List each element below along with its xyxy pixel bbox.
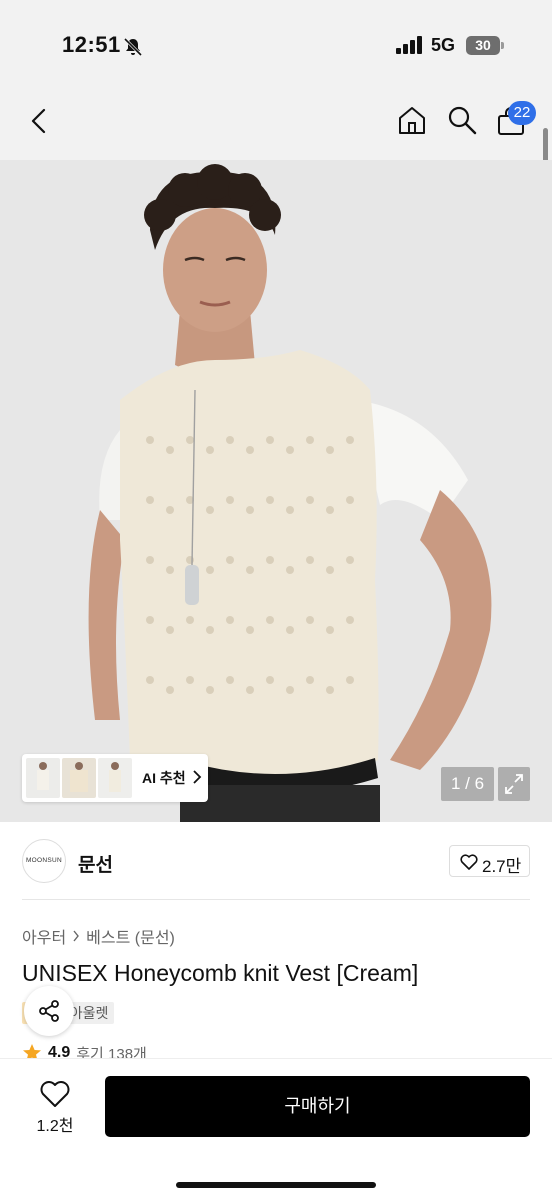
breadcrumb-item[interactable]: 베스트 (문선)	[86, 924, 175, 948]
expand-button[interactable]	[498, 767, 530, 801]
brand-logo[interactable]: MOONSUN	[22, 839, 66, 883]
breadcrumb-item[interactable]: 아우터	[22, 924, 66, 948]
back-icon[interactable]	[24, 106, 54, 136]
chevron-right-icon	[193, 770, 202, 784]
network-label: 5G	[431, 35, 456, 55]
brand-name[interactable]: 문선	[78, 850, 113, 877]
home-icon[interactable]	[396, 104, 428, 136]
thumbnail-image[interactable]	[26, 758, 60, 798]
share-button[interactable]	[24, 986, 74, 1036]
heart-icon	[40, 1081, 70, 1107]
thumbnail-image[interactable]	[98, 758, 132, 798]
battery-indicator: 30	[466, 36, 500, 55]
chevron-right-icon	[73, 930, 80, 942]
status-bar: 12:51 5G 30	[0, 0, 552, 92]
expand-icon	[505, 774, 523, 794]
home-indicator[interactable]	[176, 1182, 376, 1188]
status-time: 12:51	[62, 32, 121, 57]
heart-icon	[460, 854, 478, 870]
share-icon	[39, 1000, 59, 1022]
battery-tip	[501, 42, 504, 49]
wishlist-button[interactable]: 1.2천	[26, 1076, 84, 1136]
top-nav-bar	[0, 92, 552, 160]
signal-icon	[396, 36, 422, 54]
wishlist-count: 1.2천	[36, 1118, 74, 1135]
breadcrumb: 아우터 베스트 (문선)	[22, 924, 175, 948]
search-icon[interactable]	[446, 104, 478, 136]
brand-like-button[interactable]: 2.7만	[449, 845, 530, 877]
cart-count-badge: 22	[508, 101, 536, 125]
buy-button[interactable]: 구매하기	[105, 1076, 530, 1137]
image-page-counter: 1 / 6	[441, 767, 494, 801]
product-title: UNISEX Honeycomb knit Vest [Cream]	[22, 960, 419, 986]
divider	[22, 899, 530, 900]
brand-like-count: 2.7만	[482, 857, 522, 876]
bell-off-icon	[123, 37, 143, 57]
ai-recommend-label: AI 추천	[142, 770, 186, 786]
product-photo-illustration	[0, 160, 552, 822]
thumbnail-image[interactable]	[62, 758, 96, 798]
ai-recommend-strip[interactable]: AI 추천	[22, 754, 208, 802]
product-image[interactable]	[0, 160, 552, 822]
